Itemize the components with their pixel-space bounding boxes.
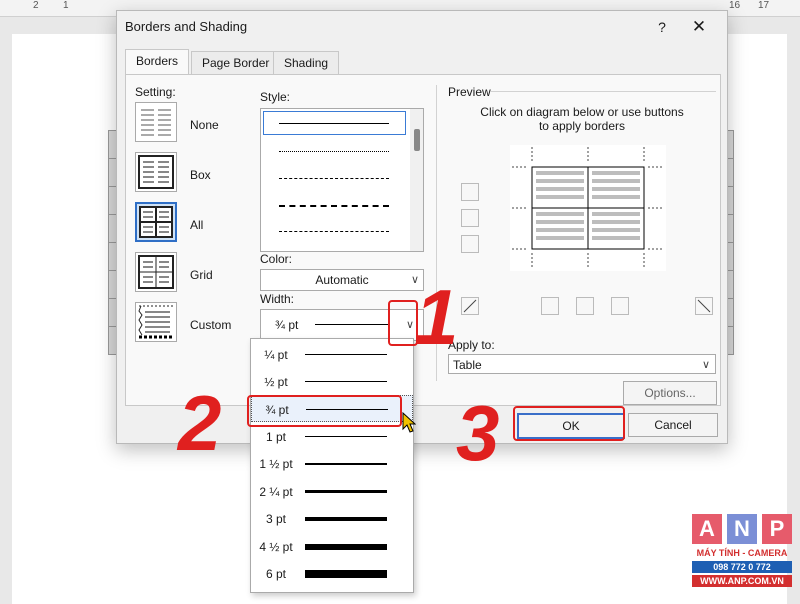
- setting-grid-icon[interactable]: [135, 252, 177, 292]
- annotation-step-1: 1: [415, 273, 459, 361]
- ruler-tick: 17: [758, 0, 770, 11]
- ruler-tick: 16: [729, 0, 741, 11]
- width-option-line: [305, 381, 387, 382]
- divider: [490, 91, 716, 92]
- color-label: Color:: [260, 252, 293, 266]
- ruler-tick: 2: [33, 0, 39, 11]
- logo-letter: N: [727, 514, 757, 544]
- width-value-line: [315, 324, 389, 325]
- width-option-line: [305, 544, 387, 550]
- setting-all-icon[interactable]: [135, 202, 177, 242]
- inside-vertical-border-button-icon[interactable]: [576, 297, 594, 315]
- width-option[interactable]: 6 pt: [251, 560, 413, 587]
- setting-none-icon[interactable]: [135, 102, 177, 142]
- setting-none-label[interactable]: None: [190, 118, 219, 132]
- tab-shading[interactable]: Shading: [273, 51, 340, 75]
- style-scrollbar[interactable]: [410, 109, 423, 251]
- anp-logo: A N P MÁY TÍNH - CAMERA 098 772 0 772 WW…: [692, 514, 792, 594]
- logo-letter: A: [692, 514, 722, 544]
- preview-instruction-line2: to apply borders: [538, 119, 626, 133]
- diagonal-up-border-button-icon[interactable]: [461, 297, 479, 315]
- mouse-cursor-icon: [402, 412, 416, 433]
- annotation-box-ok: [513, 406, 625, 441]
- setting-all-label[interactable]: All: [190, 218, 203, 232]
- setting-grid-label[interactable]: Grid: [190, 268, 213, 282]
- width-option-line: [305, 354, 387, 355]
- width-option-label: ¼ pt: [264, 348, 288, 362]
- setting-custom-label[interactable]: Custom: [190, 318, 231, 332]
- ruler-tick: 1: [63, 0, 69, 11]
- scrollbar-thumb[interactable]: [414, 129, 420, 151]
- style-small-dash-line[interactable]: [279, 178, 389, 179]
- width-option-label: 1 ½ pt: [259, 457, 293, 471]
- close-button[interactable]: ✕: [684, 16, 714, 38]
- style-list[interactable]: [260, 108, 424, 252]
- style-label: Style:: [260, 90, 291, 104]
- annotation-step-3: 3: [456, 389, 500, 477]
- options-button[interactable]: Options...: [623, 381, 717, 405]
- top-border-button-icon[interactable]: [461, 183, 479, 201]
- color-select[interactable]: Automatic ∨: [260, 269, 424, 291]
- width-dropdown-list[interactable]: ¼ pt ½ pt ¾ pt 1 pt 1 ½ pt 2 ¼ pt 3 pt 4…: [250, 338, 414, 593]
- dialog-title: Borders and Shading: [125, 19, 248, 34]
- width-option-label: ½ pt: [264, 375, 288, 389]
- inside-horizontal-border-button-icon[interactable]: [461, 209, 479, 227]
- diagonal-down-border-button-icon[interactable]: [695, 297, 713, 315]
- width-option-label: 1 pt: [265, 430, 286, 444]
- logo-tagline: MÁY TÍNH - CAMERA: [696, 548, 788, 558]
- preview-label: Preview: [448, 85, 491, 99]
- style-solid-line[interactable]: [279, 123, 389, 124]
- width-option-label: 4 ½ pt: [259, 540, 293, 554]
- style-dotted-line[interactable]: [279, 151, 389, 152]
- width-option[interactable]: 3 pt: [251, 505, 413, 532]
- color-value: Automatic: [315, 273, 369, 287]
- bottom-border-button-icon[interactable]: [461, 235, 479, 253]
- logo-phone: 098 772 0 772: [692, 561, 792, 573]
- right-border-button-icon[interactable]: [611, 297, 629, 315]
- logo-letter: P: [762, 514, 792, 544]
- width-option-line: [305, 490, 387, 493]
- width-option-label: 6 pt: [265, 567, 286, 581]
- width-value: ¾ pt: [275, 318, 299, 332]
- width-option-line: [305, 436, 387, 437]
- annotation-box-width-option: [247, 395, 402, 427]
- style-dash-dot-line[interactable]: [279, 231, 389, 232]
- setting-label: Setting:: [135, 85, 176, 99]
- width-option[interactable]: 1 pt: [251, 423, 413, 450]
- width-option[interactable]: 4 ½ pt: [251, 533, 413, 560]
- setting-box-icon[interactable]: [135, 152, 177, 192]
- preview-instruction-line1: Click on diagram below or use buttons: [480, 105, 684, 119]
- setting-custom-icon[interactable]: [135, 302, 177, 342]
- help-button[interactable]: ?: [650, 16, 674, 38]
- width-option-label: 2 ¼ pt: [259, 485, 293, 499]
- logo-website: WWW.ANP.COM.VN: [692, 575, 792, 587]
- width-option-line: [305, 463, 387, 465]
- width-option[interactable]: 1 ½ pt: [251, 450, 413, 477]
- border-preview-diagram[interactable]: [510, 145, 666, 271]
- annotation-box-width-chevron: [388, 300, 418, 346]
- tab-page-border[interactable]: Page Border: [191, 51, 281, 75]
- chevron-down-icon: ∨: [701, 359, 710, 371]
- annotation-step-2: 2: [178, 379, 222, 467]
- width-option-label: 3 pt: [265, 512, 286, 526]
- tab-borders[interactable]: Borders: [125, 49, 190, 76]
- width-option-line: [305, 570, 387, 578]
- cancel-button[interactable]: Cancel: [628, 413, 718, 437]
- width-option[interactable]: 2 ¼ pt: [251, 478, 413, 505]
- width-label: Width:: [260, 292, 295, 306]
- width-option[interactable]: ½ pt: [251, 368, 413, 395]
- width-option-line: [305, 517, 387, 521]
- style-dash-line[interactable]: [279, 205, 389, 207]
- setting-box-label[interactable]: Box: [190, 168, 211, 182]
- left-border-button-icon[interactable]: [541, 297, 559, 315]
- apply-to-select[interactable]: Table ∨: [448, 354, 716, 374]
